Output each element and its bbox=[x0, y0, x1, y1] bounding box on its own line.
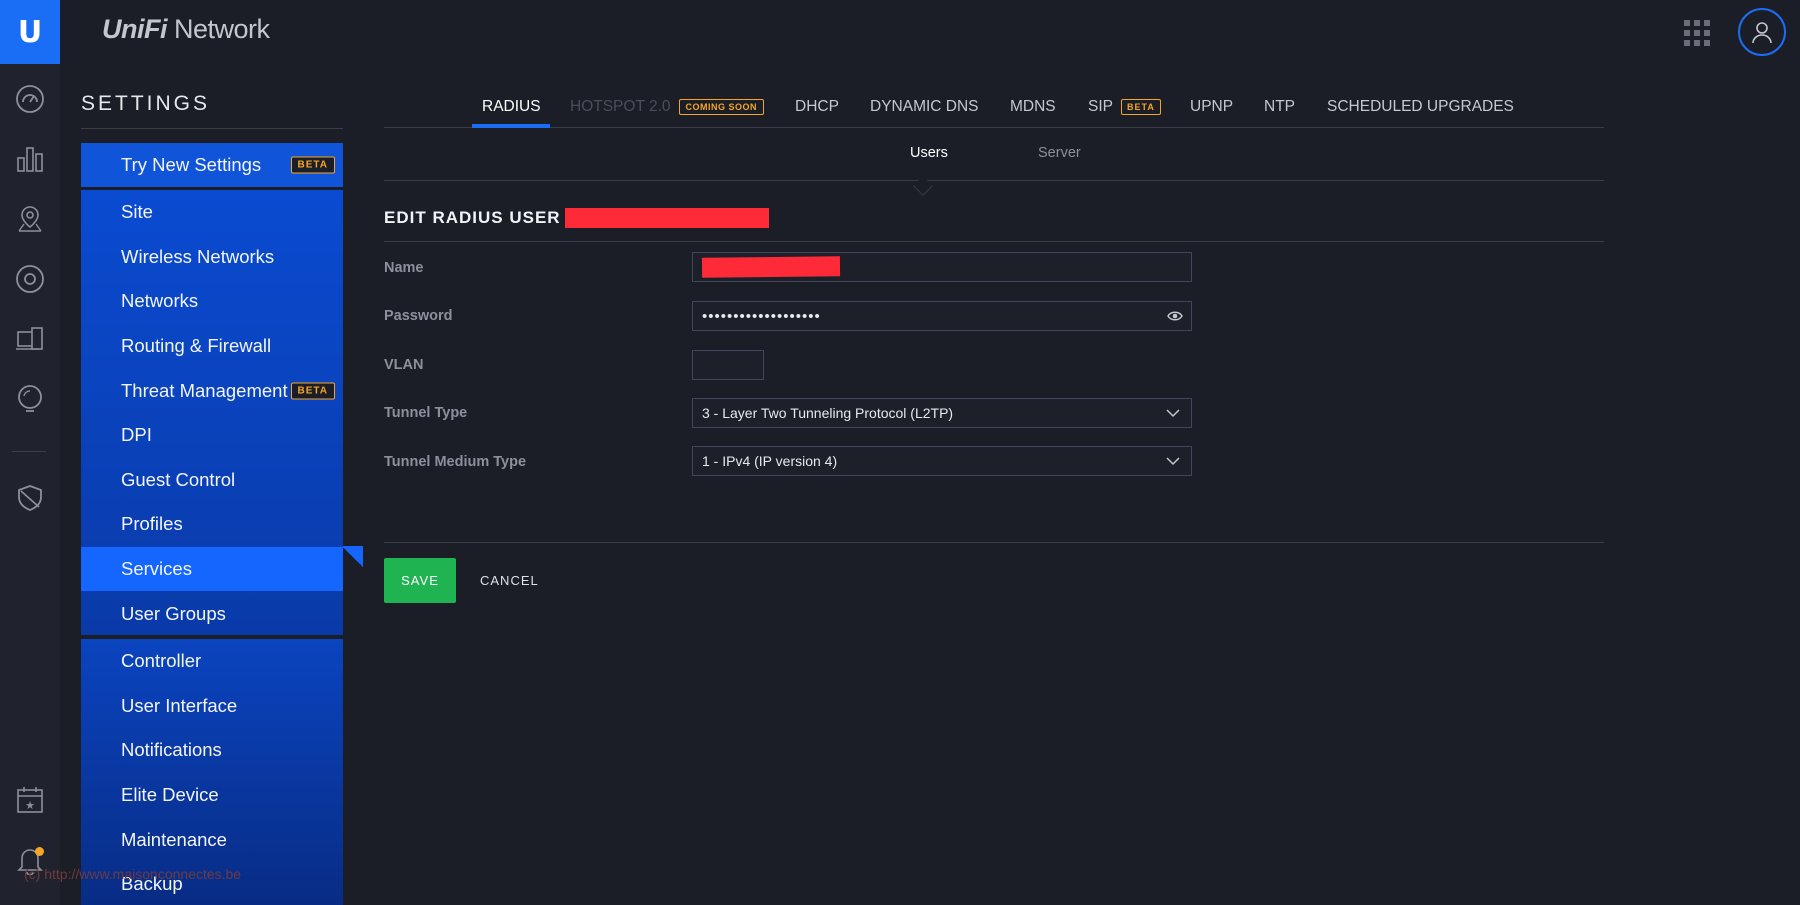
watermark: (c) http://www.maisonconnectes.be bbox=[24, 866, 242, 882]
name-field[interactable] bbox=[692, 252, 1192, 282]
menu-item-threat-management[interactable]: Threat Management BETA bbox=[81, 368, 343, 413]
rail-divider bbox=[12, 451, 46, 452]
menu-item-maintenance[interactable]: Maintenance bbox=[81, 817, 343, 862]
insights-icon[interactable] bbox=[10, 379, 50, 419]
active-item-pointer bbox=[343, 546, 363, 568]
radius-subtabs: Users Server bbox=[384, 129, 1604, 196]
save-button[interactable]: SAVE bbox=[384, 558, 456, 603]
statistics-icon[interactable] bbox=[10, 139, 50, 179]
chevron-down-icon bbox=[1166, 457, 1180, 466]
password-field[interactable]: ••••••••••••••••••• bbox=[692, 301, 1192, 331]
vlan-label: VLAN bbox=[384, 357, 424, 373]
active-subtab-caret bbox=[913, 176, 933, 196]
menu-item-try-new-settings[interactable]: Try New Settings BETA bbox=[81, 143, 343, 187]
vlan-field[interactable] bbox=[692, 350, 764, 380]
beta-badge: BETA bbox=[290, 382, 335, 400]
menu-item-services[interactable]: Services bbox=[81, 546, 343, 592]
password-label: Password bbox=[384, 308, 453, 324]
user-avatar[interactable] bbox=[1738, 8, 1786, 56]
menu-item-dpi[interactable]: DPI bbox=[81, 413, 343, 458]
tab-scheduled-upgrades[interactable]: SCHEDULED UPGRADES bbox=[1327, 98, 1514, 116]
tunnel-medium-type-select[interactable]: 1 - IPv4 (IP version 4) bbox=[692, 446, 1192, 476]
chevron-down-icon bbox=[1166, 409, 1180, 418]
app-brand: UniFi Network bbox=[102, 14, 270, 44]
form-title-divider bbox=[384, 241, 1604, 242]
settings-divider bbox=[81, 128, 343, 129]
clients-icon[interactable] bbox=[10, 319, 50, 359]
beta-badge: BETA bbox=[290, 156, 335, 174]
apps-grid-icon[interactable] bbox=[1680, 16, 1714, 50]
menu-item-wireless-networks[interactable]: Wireless Networks bbox=[81, 235, 343, 280]
shield-icon[interactable] bbox=[10, 478, 50, 518]
services-tabs: RADIUS HOTSPOT 2.0 COMING SOON DHCP DYNA… bbox=[384, 82, 1604, 128]
show-password-eye-icon[interactable] bbox=[1167, 310, 1183, 322]
menu-item-site[interactable]: Site bbox=[81, 190, 343, 235]
tab-ntp[interactable]: NTP bbox=[1264, 98, 1295, 116]
tunnel-type-select[interactable]: 3 - Layer Two Tunneling Protocol (L2TP) bbox=[692, 398, 1192, 428]
calendar-icon[interactable]: ★ bbox=[10, 780, 50, 820]
password-value: ••••••••••••••••••• bbox=[702, 307, 821, 325]
tab-dynamic-dns[interactable]: DYNAMIC DNS bbox=[870, 98, 979, 116]
nav-rail: U ★ bbox=[0, 0, 60, 905]
tab-mdns[interactable]: MDNS bbox=[1010, 98, 1056, 116]
name-label: Name bbox=[384, 260, 424, 276]
user-icon bbox=[1752, 22, 1772, 44]
redacted-username bbox=[564, 208, 769, 228]
menu-item-guest-control[interactable]: Guest Control bbox=[81, 458, 343, 503]
redacted-name-value bbox=[701, 256, 841, 278]
unifi-logo[interactable]: U bbox=[0, 0, 60, 64]
cancel-button[interactable]: CANCEL bbox=[480, 573, 539, 588]
dashboard-icon[interactable] bbox=[10, 79, 50, 119]
devices-icon[interactable] bbox=[10, 259, 50, 299]
form-title: EDIT RADIUS USER bbox=[384, 208, 769, 228]
try-new-settings-group: Try New Settings BETA bbox=[81, 143, 343, 187]
menu-item-user-interface[interactable]: User Interface bbox=[81, 684, 343, 729]
tab-upnp[interactable]: UPNP bbox=[1190, 98, 1233, 116]
menu-item-profiles[interactable]: Profiles bbox=[81, 502, 343, 547]
top-bar: UniFi Network bbox=[60, 0, 1800, 64]
map-icon[interactable] bbox=[10, 199, 50, 239]
settings-title: SETTINGS bbox=[81, 92, 211, 115]
menu-item-elite-device[interactable]: Elite Device bbox=[81, 773, 343, 818]
subtab-server[interactable]: Server bbox=[1038, 145, 1081, 161]
menu-item-user-groups[interactable]: User Groups bbox=[81, 591, 343, 636]
active-tab-indicator bbox=[472, 124, 550, 128]
site-settings-group: Site Wireless Networks Networks Routing … bbox=[81, 190, 343, 635]
beta-badge: BETA bbox=[1120, 99, 1161, 115]
subtab-users[interactable]: Users bbox=[910, 145, 948, 161]
menu-item-networks[interactable]: Networks bbox=[81, 279, 343, 324]
tab-radius[interactable]: RADIUS bbox=[482, 98, 541, 116]
tab-dhcp[interactable]: DHCP bbox=[795, 98, 839, 116]
tab-hotspot: HOTSPOT 2.0 COMING SOON bbox=[570, 98, 765, 116]
tunnel-medium-type-label: Tunnel Medium Type bbox=[384, 454, 527, 470]
svg-text:★: ★ bbox=[25, 799, 35, 812]
menu-item-routing-firewall[interactable]: Routing & Firewall bbox=[81, 324, 343, 369]
tunnel-type-label: Tunnel Type bbox=[384, 405, 468, 421]
form-actions-divider bbox=[384, 542, 1604, 543]
coming-soon-badge: COMING SOON bbox=[678, 99, 765, 115]
notification-dot bbox=[35, 847, 44, 856]
tab-sip[interactable]: SIP BETA bbox=[1088, 98, 1161, 116]
menu-item-controller[interactable]: Controller bbox=[81, 639, 343, 684]
menu-item-notifications[interactable]: Notifications bbox=[81, 728, 343, 773]
